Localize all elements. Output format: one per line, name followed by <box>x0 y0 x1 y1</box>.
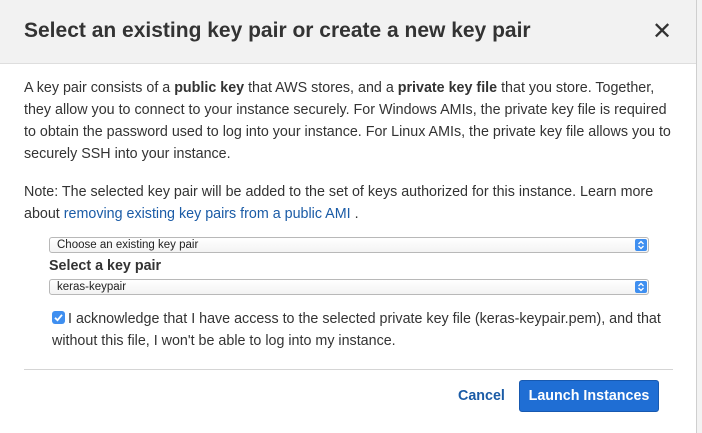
key-pair-dialog: Select an existing key pair or create a … <box>0 0 697 433</box>
launch-instances-button[interactable]: Launch Instances <box>519 380 659 412</box>
note-paragraph: Note: The selected key pair will be adde… <box>24 184 654 222</box>
key-pair-label: Select a key pair <box>49 258 162 274</box>
key-pair-value: keras-keypair <box>57 281 127 293</box>
acknowledge-text: I acknowledge that I have access to the … <box>52 311 661 349</box>
key-pair-select[interactable]: keras-keypair <box>49 279 649 295</box>
intro-paragraph: A key pair consists of a public key that… <box>24 80 671 162</box>
close-icon[interactable]: ✕ <box>651 19 673 45</box>
private-key-term: private key file <box>397 80 498 96</box>
dialog-header: Select an existing key pair or create a … <box>0 0 696 64</box>
checkmark-icon <box>54 314 63 322</box>
key-option-select[interactable]: Choose an existing key pair <box>49 237 649 253</box>
select-arrows-icon <box>635 281 647 293</box>
cancel-button[interactable]: Cancel <box>458 388 505 404</box>
public-key-term: public key <box>174 80 245 96</box>
acknowledge-row: I acknowledge that I have access to the … <box>52 308 662 352</box>
dialog-title: Select an existing key pair or create a … <box>24 19 531 42</box>
select-arrows-icon <box>635 239 647 251</box>
footer-divider <box>24 369 673 370</box>
remove-key-pairs-link[interactable]: removing existing key pairs from a publi… <box>64 206 351 222</box>
key-option-value: Choose an existing key pair <box>57 239 199 251</box>
acknowledge-checkbox[interactable] <box>52 311 65 324</box>
